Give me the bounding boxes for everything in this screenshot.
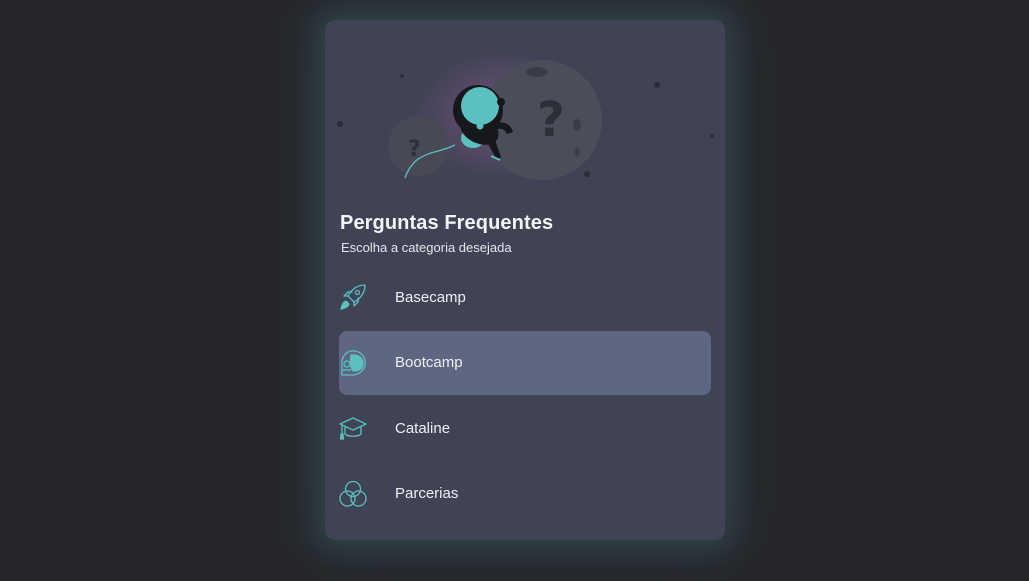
category-label: Basecamp xyxy=(395,288,466,306)
astronaut-illustration: ? ? xyxy=(337,50,714,180)
category-list: Basecamp Bootcamp Cataline Parcerias xyxy=(339,265,711,527)
category-label: Cataline xyxy=(395,419,451,437)
category-item-basecamp[interactable]: Basecamp xyxy=(339,265,711,329)
faq-card: ? ? Perguntas Frequentes Escolha a categ… xyxy=(325,20,725,540)
page-title: Perguntas Frequentes xyxy=(340,212,554,234)
category-label: Bootcamp xyxy=(395,354,463,371)
category-label: Parcerias xyxy=(395,485,459,502)
rocket-icon xyxy=(340,284,366,310)
svg-text:?: ? xyxy=(537,92,565,148)
page-subtitle: Escolha a categoria desejada xyxy=(341,240,512,255)
category-item-parcerias[interactable]: Parcerias xyxy=(339,462,711,526)
astronaut-helmet-icon xyxy=(341,349,366,376)
category-item-cataline[interactable]: Cataline xyxy=(339,396,711,460)
category-item-bootcamp[interactable]: Bootcamp xyxy=(339,330,711,395)
graduation-cap-icon xyxy=(339,417,367,440)
overlapping-circles-icon xyxy=(339,480,367,507)
